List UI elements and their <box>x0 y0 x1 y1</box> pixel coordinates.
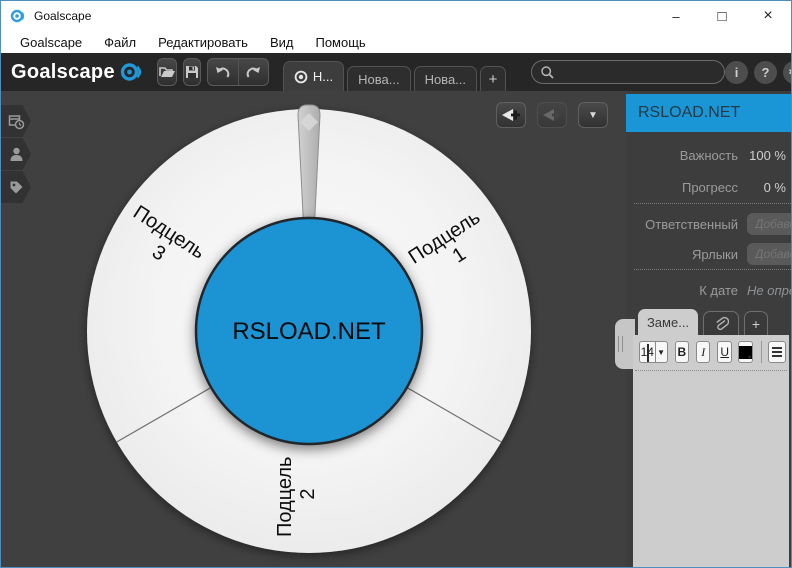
owner-label: Ответственный <box>626 217 738 232</box>
owner-input[interactable] <box>747 213 792 235</box>
app-logo-icon <box>10 8 26 24</box>
goal-menu-dropdown-button[interactable]: ▼ <box>578 102 608 128</box>
open-project-button[interactable] <box>157 58 177 86</box>
undo-icon <box>214 64 232 80</box>
importance-value[interactable]: 100 % <box>740 148 786 163</box>
tab-label: Нова... <box>358 72 399 87</box>
center-goal-label: RSLOAD.NET <box>232 318 386 345</box>
tab-label: Н... <box>313 69 333 84</box>
goal-canvas: Подцель 1 Подцель 3 Подцель 2 RSLOAD.NET <box>1 91 626 567</box>
notes-text-area[interactable] <box>633 372 789 567</box>
new-tab-button[interactable]: + <box>480 66 506 91</box>
grip-bars-icon <box>618 336 623 352</box>
add-sector-icon-disabled <box>541 106 563 124</box>
schedule-tool-button[interactable] <box>1 105 31 137</box>
save-button[interactable] <box>183 58 201 86</box>
selected-goal-header: RSLOAD.NET <box>626 94 791 132</box>
notes-tabs: Заме... + <box>638 309 768 335</box>
menu-file[interactable]: Файл <box>93 35 147 50</box>
tab-label: Нова... <box>425 72 466 87</box>
text-cursor <box>647 344 649 362</box>
toolbar: Goalscape <box>1 53 791 91</box>
bullseye-icon <box>294 70 308 84</box>
properties-sidebar: RSLOAD.NET Важность 100 % Прогресс 0 % О… <box>626 91 791 567</box>
due-date-label: К дате <box>626 283 738 298</box>
tab-notes[interactable]: Заме... <box>638 309 698 335</box>
close-button[interactable]: × <box>745 1 791 31</box>
color-dropdown-icon: ▾ <box>748 354 751 361</box>
menu-goalscape[interactable]: Goalscape <box>9 35 93 50</box>
undo-redo-group <box>207 58 269 86</box>
paperclip-icon <box>713 316 729 332</box>
add-subgoal-button[interactable] <box>496 102 526 128</box>
redo-icon <box>244 64 262 80</box>
person-icon <box>8 146 25 163</box>
font-size-dropdown-button[interactable]: ▼ <box>656 341 668 363</box>
divider <box>634 203 791 204</box>
toolbar-separator <box>761 341 762 363</box>
divider <box>635 370 787 371</box>
canvas-left-tools <box>1 105 31 204</box>
add-sibling-goal-button <box>537 102 567 128</box>
toolbar-right-buttons: i ? ⚙ <box>725 61 792 84</box>
progress-label: Прогресс <box>626 180 738 195</box>
add-notes-tab-button[interactable]: + <box>744 311 768 335</box>
people-tool-button[interactable] <box>1 138 31 170</box>
project-tabs: Н... Нова... Нова... + <box>283 53 509 91</box>
maximize-button[interactable]: □ <box>699 1 745 31</box>
info-button[interactable]: i <box>725 61 748 84</box>
menu-edit[interactable]: Редактировать <box>147 35 259 50</box>
italic-button[interactable]: I <box>696 341 710 363</box>
underline-button[interactable]: U <box>717 341 731 363</box>
app-window: Goalscape – □ × Goalscape Файл Редактиро… <box>0 0 792 568</box>
open-folder-icon <box>158 64 176 80</box>
logo-text: Goalscape <box>11 61 115 84</box>
canvas-action-buttons: ▼ <box>496 102 608 128</box>
goalscape-logo-icon <box>119 60 143 84</box>
settings-button[interactable]: ⚙ <box>783 61 792 84</box>
minimize-button[interactable]: – <box>653 1 699 31</box>
goalscape-wordmark: Goalscape <box>11 60 143 84</box>
window-title: Goalscape <box>34 9 91 23</box>
due-date-value[interactable]: Не опре <box>747 283 792 298</box>
align-button[interactable] <box>768 341 786 363</box>
tags-label: Ярлыки <box>626 247 738 262</box>
tag-icon <box>8 179 25 196</box>
progress-value[interactable]: 0 % <box>740 180 786 195</box>
bold-button[interactable]: B <box>675 341 689 363</box>
divider <box>634 269 791 270</box>
save-floppy-icon <box>184 64 200 80</box>
menubar: Goalscape Файл Редактировать Вид Помощь <box>1 31 791 53</box>
search-input[interactable] <box>561 65 716 79</box>
add-sector-icon <box>500 106 522 124</box>
menu-help[interactable]: Помощь <box>304 35 376 50</box>
tags-input[interactable] <box>747 243 792 265</box>
tab-new-project-2[interactable]: Нова... <box>414 66 477 91</box>
search-icon <box>540 65 555 80</box>
tab-new-project-1[interactable]: Нова... <box>347 66 410 91</box>
sidebar-resize-grip[interactable] <box>615 319 635 369</box>
tab-current-project[interactable]: Н... <box>283 61 344 91</box>
titlebar: Goalscape – □ × <box>1 1 791 31</box>
search-box[interactable] <box>531 60 725 84</box>
help-button[interactable]: ? <box>754 61 777 84</box>
calendar-clock-icon <box>8 113 25 130</box>
redo-button[interactable] <box>238 59 268 85</box>
tags-tool-button[interactable] <box>1 171 31 203</box>
menu-view[interactable]: Вид <box>259 35 305 50</box>
text-color-button[interactable]: ▾ <box>738 341 753 363</box>
goal-wheel[interactable]: Подцель 1 Подцель 3 Подцель 2 RSLOAD.NET <box>1 91 626 567</box>
text-format-toolbar: 14 ▼ B I U ▾ <box>633 335 789 369</box>
tab-attachments[interactable] <box>703 311 739 335</box>
notes-panel: 14 ▼ B I U ▾ <box>633 335 789 567</box>
main-area: Подцель 1 Подцель 3 Подцель 2 RSLOAD.NET <box>1 91 791 567</box>
importance-label: Важность <box>626 148 738 163</box>
undo-button[interactable] <box>208 59 238 85</box>
